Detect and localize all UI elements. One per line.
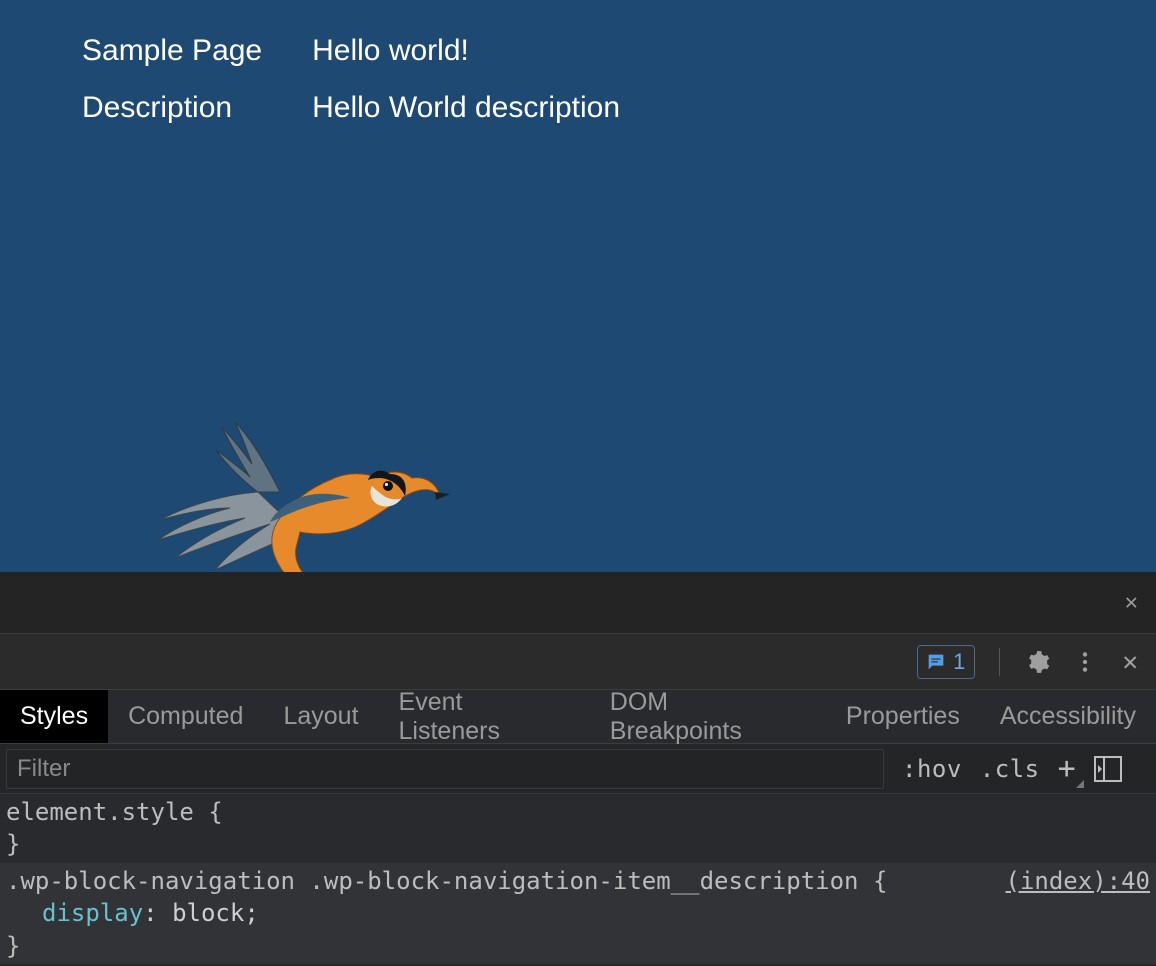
chat-icon (925, 651, 947, 673)
close-icon[interactable]: ✕ (1120, 647, 1140, 677)
styles-tabs: Styles Computed Layout Event Listeners D… (0, 690, 1156, 744)
devtools-panel: ✕ 1 ✕ Styles Computed Layout Event Liste… (0, 572, 1156, 966)
tab-layout[interactable]: Layout (263, 690, 378, 743)
css-value[interactable]: block (172, 899, 244, 927)
new-rule-button[interactable]: + (1058, 751, 1076, 786)
nav-item-description: Description (82, 91, 262, 125)
close-icon[interactable]: ✕ (1125, 590, 1138, 615)
styles-pane[interactable]: element.style { } .wp-block-navigation .… (0, 794, 1156, 966)
css-rule[interactable]: .wp-block-navigation .wp-block-navigatio… (0, 863, 1156, 964)
tab-event-listeners[interactable]: Event Listeners (379, 690, 590, 743)
nav-item-title: Hello world! (312, 34, 620, 67)
css-property[interactable]: display (42, 899, 143, 927)
nav-item-description: Hello World description (312, 91, 620, 125)
tab-properties[interactable]: Properties (826, 690, 980, 743)
nav-item-title: Sample Page (82, 34, 262, 67)
nav-item[interactable]: Hello world! Hello World description (312, 34, 620, 125)
css-rule[interactable]: element.style { } (0, 794, 1156, 863)
rule-source-link[interactable]: (index):40 (1006, 865, 1151, 897)
site-navigation: Sample Page Description Hello world! Hel… (0, 0, 1156, 125)
css-selector[interactable]: .wp-block-navigation .wp-block-navigatio… (6, 867, 859, 895)
hov-toggle[interactable]: :hov (902, 755, 962, 783)
tab-dom-breakpoints[interactable]: DOM Breakpoints (590, 690, 826, 743)
brace-open: { (873, 867, 887, 895)
tab-accessibility[interactable]: Accessibility (980, 690, 1156, 743)
tab-styles[interactable]: Styles (0, 690, 108, 743)
page-preview: Sample Page Description Hello world! Hel… (0, 0, 1156, 572)
separator (999, 648, 1000, 676)
messages-badge[interactable]: 1 (917, 645, 975, 679)
brace-close: } (6, 830, 20, 858)
styles-filterbar: :hov .cls + (0, 744, 1156, 794)
brace-open: { (208, 798, 222, 826)
nav-item[interactable]: Sample Page Description (82, 34, 262, 125)
messages-count: 1 (953, 649, 965, 675)
tab-computed[interactable]: Computed (108, 690, 263, 743)
bird-image (150, 422, 450, 572)
css-selector[interactable]: element.style (6, 798, 194, 826)
filter-input[interactable] (6, 749, 884, 789)
brace-close: } (6, 932, 20, 960)
gear-icon[interactable] (1024, 649, 1050, 675)
kebab-icon[interactable] (1072, 649, 1098, 675)
cls-toggle[interactable]: .cls (980, 755, 1040, 783)
drawer-strip: ✕ (0, 572, 1156, 634)
devtools-toolbar: 1 ✕ (0, 634, 1156, 690)
toggle-sidebar-icon[interactable] (1094, 756, 1122, 782)
